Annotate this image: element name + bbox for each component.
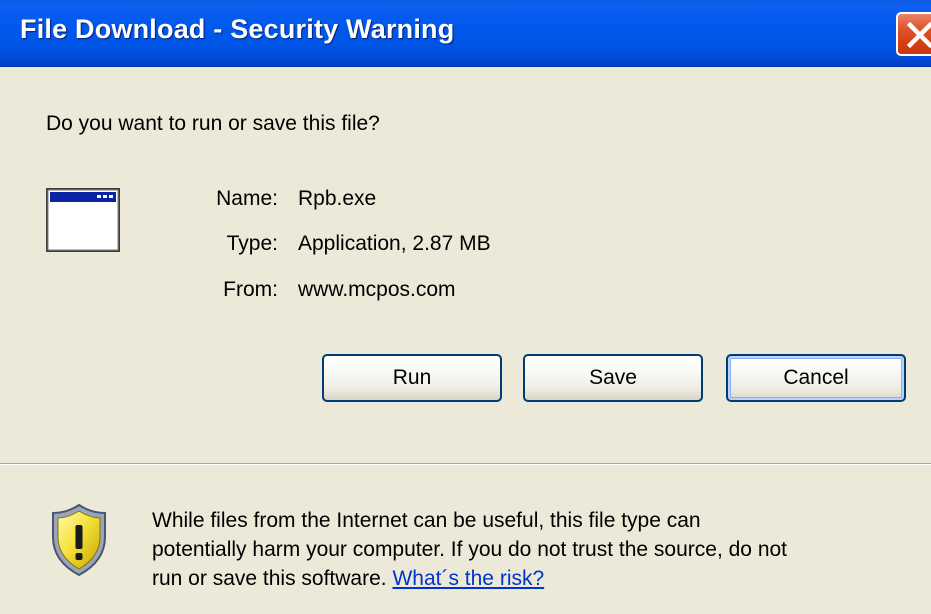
window-title: File Download - Security Warning [20,14,455,44]
whats-the-risk-link[interactable]: What´s the risk? [392,567,544,590]
cancel-button[interactable]: Cancel [726,354,906,402]
warning-line: potentially harm your computer. If you d… [152,538,788,561]
warning-line-with-link: run or save this software. What´s the ri… [152,564,927,593]
file-type-value: Application, 2.87 MB [298,232,491,255]
file-source-label: From: [223,278,278,301]
application-window-icon [46,188,120,252]
title-bar[interactable]: File Download - Security Warning [0,0,931,67]
close-button[interactable] [896,12,931,56]
security-shield-icon [52,503,106,577]
security-warning-message: While files from the Internet can be use… [152,506,927,593]
warning-line-text: run or save this software. [152,567,387,590]
file-type-label: Type: [226,232,278,255]
file-source-value: www.mcpos.com [298,278,456,301]
run-button[interactable]: Run [322,354,502,402]
save-button[interactable]: Save [523,354,703,402]
warning-line: While files from the Internet can be use… [152,509,701,532]
download-prompt: Do you want to run or save this file? [46,112,380,135]
divider [0,463,931,465]
file-name-value: Rpb.exe [298,187,377,210]
file-download-dialog: File Download - Security Warning Do you … [0,0,931,614]
file-name-label: Name: [216,187,278,210]
close-icon [906,21,931,49]
